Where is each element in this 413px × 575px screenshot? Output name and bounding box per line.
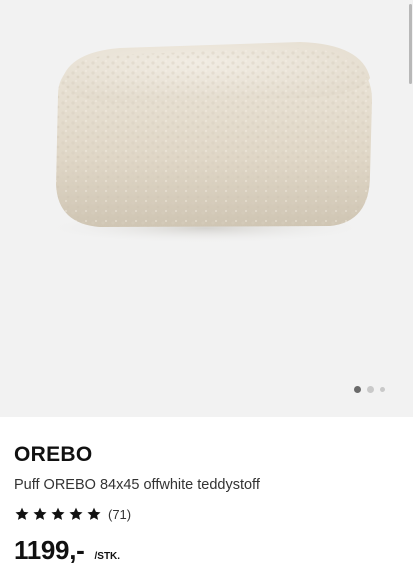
review-count[interactable]: (71) — [108, 507, 131, 522]
page-scrollbar[interactable] — [409, 4, 412, 84]
rating-stars — [14, 506, 102, 522]
price-unit: /STK. — [94, 551, 121, 562]
star-icon — [51, 507, 65, 520]
star-icon — [87, 507, 101, 520]
gallery-pagination[interactable] — [354, 386, 385, 393]
gallery-dot-2[interactable] — [367, 386, 374, 393]
star-icon — [69, 507, 83, 520]
product-photo — [35, 42, 375, 244]
gallery-dot-1[interactable] — [354, 386, 361, 393]
product-description: Puff OREBO 84x45 offwhite teddystoff — [14, 477, 260, 493]
product-rating[interactable]: (71) — [14, 505, 399, 523]
product-info: OREBO Puff OREBO 84x45 offwhite teddysto… — [14, 440, 399, 566]
product-image-gallery[interactable] — [0, 0, 413, 417]
product-price: 1199,- — [14, 535, 85, 565]
star-icon — [15, 507, 29, 520]
product-name: OREBO — [14, 443, 93, 466]
price-row: 1199,- /STK. — [14, 535, 399, 566]
gallery-dot-3[interactable] — [380, 387, 385, 392]
star-icon — [33, 507, 47, 520]
